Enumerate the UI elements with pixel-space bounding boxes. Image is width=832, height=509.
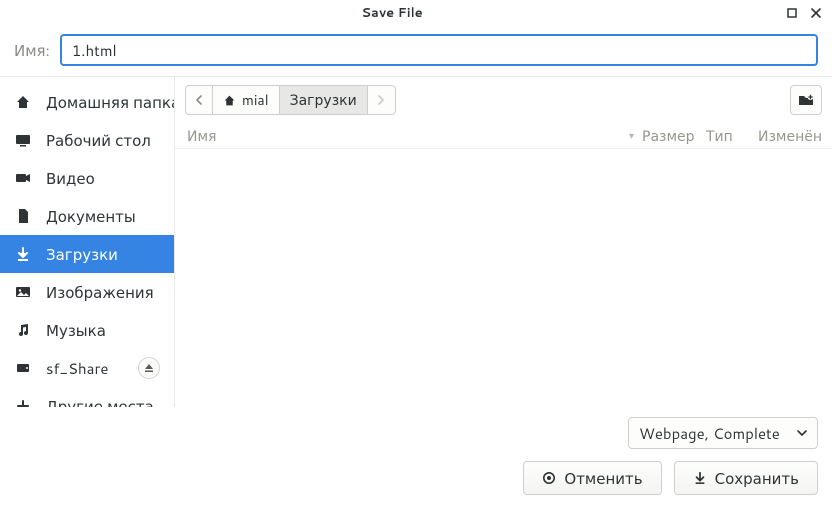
column-header-name[interactable]: Имя ▾ [185,126,642,146]
chevron-right-icon [377,95,385,105]
save-icon [693,471,707,485]
window-title: Save File [361,4,422,22]
sidebar-item-documents[interactable]: Документы [0,197,174,235]
image-icon [14,283,32,301]
cancel-button[interactable]: Отменить [523,461,661,495]
pathbar: mial Загрузки [185,85,396,115]
sidebar-item-desktop[interactable]: Рабочий стол [0,121,174,159]
cancel-icon [542,471,556,485]
path-back-button[interactable] [185,85,213,115]
download-icon [14,245,32,263]
home-icon [14,93,32,111]
column-header-type[interactable]: Тип [706,126,746,146]
bottom-area: Webpage, Complete Отменить Сохранить [0,407,832,509]
save-button-label: Сохранить [715,468,799,489]
save-button[interactable]: Сохранить [674,461,818,495]
cancel-button-label: Отменить [564,468,642,489]
sidebar-item-label: Другие места [46,396,160,408]
filename-row: Имя: [0,26,832,76]
video-icon [14,169,32,187]
content-pane: mial Загрузки Имя ▾ [175,77,832,407]
sidebar-item-pictures[interactable]: Изображения [0,273,174,311]
window-maximize-button[interactable] [784,5,800,21]
new-folder-icon [798,93,814,107]
desktop-icon [14,131,32,149]
path-segment-label: mial [242,90,269,110]
sort-indicator-icon: ▾ [629,129,634,143]
document-icon [14,207,32,225]
column-header-modified[interactable]: Изменён [746,126,822,146]
sidebar-item-music[interactable]: Музыка [0,311,174,349]
sidebar-item-label: Видео [46,168,160,189]
sidebar-item-label: Документы [46,206,160,227]
eject-button[interactable] [138,357,160,379]
path-segment-label: Загрузки [290,90,357,110]
sidebar-item-home[interactable]: Домашняя папка [0,83,174,121]
filename-input[interactable] [60,34,818,66]
column-header-size[interactable]: Размер [642,126,706,146]
sidebar-item-label: Изображения [46,282,160,303]
chevron-down-icon [797,430,807,436]
new-folder-button[interactable] [790,85,822,115]
plus-icon [14,397,32,407]
sidebar-item-videos[interactable]: Видео [0,159,174,197]
format-row: Webpage, Complete [14,417,818,449]
file-list-header: Имя ▾ Размер Тип Изменён [175,123,832,149]
sidebar-item-downloads[interactable]: Загрузки [0,235,174,273]
sidebar-item-label: Рабочий стол [46,130,160,151]
titlebar: Save File [0,0,832,26]
close-icon [811,8,821,18]
chevron-left-icon [195,95,203,105]
eject-icon [144,363,154,373]
file-list-body[interactable] [175,149,832,407]
places-sidebar: Домашняя папка Рабочий стол Видео Докуме… [0,77,175,407]
drive-icon [14,359,32,377]
filename-label: Имя: [14,40,50,61]
window-close-button[interactable] [808,5,824,21]
sidebar-item-sfshare[interactable]: sf_Share [0,349,174,387]
sidebar-item-other-places[interactable]: Другие места [0,387,174,407]
sidebar-item-label: sf_Share [46,358,124,379]
music-icon [14,321,32,339]
sidebar-item-label: Домашняя папка [46,92,175,113]
path-segment-home[interactable]: mial [213,85,280,115]
path-forward-button[interactable] [368,85,396,115]
filetype-combo[interactable]: Webpage, Complete [628,417,818,449]
pathbar-row: mial Загрузки [175,77,832,123]
square-icon [787,8,797,18]
action-row: Отменить Сохранить [14,461,818,495]
main-area: Домашняя папка Рабочий стол Видео Докуме… [0,76,832,407]
path-segment-current[interactable]: Загрузки [280,85,368,115]
sidebar-item-label: Музыка [46,320,160,341]
sidebar-item-label: Загрузки [46,244,160,265]
filetype-combo-label: Webpage, Complete [639,423,780,444]
home-icon [223,94,236,107]
